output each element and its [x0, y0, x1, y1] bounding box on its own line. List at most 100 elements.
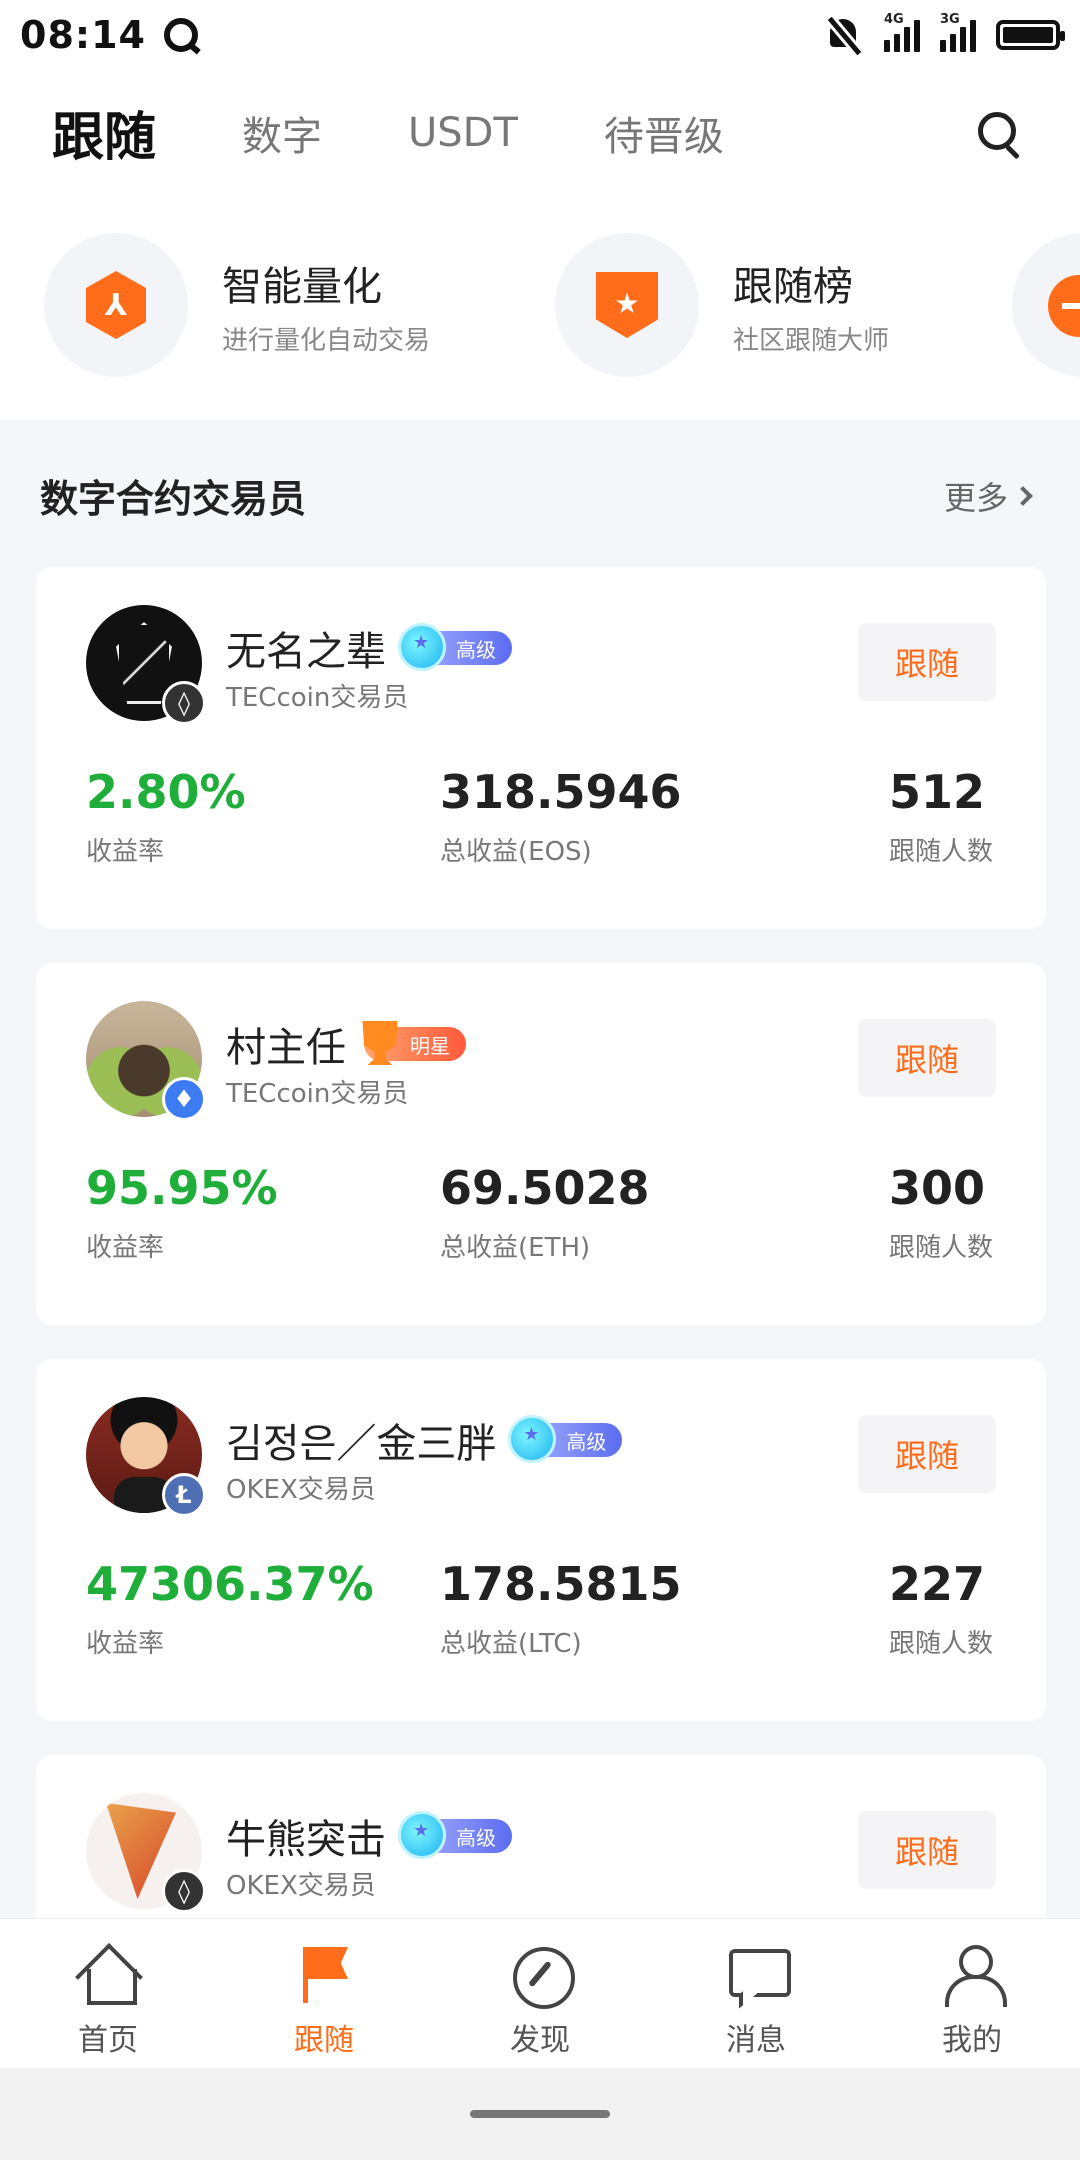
chevron-right-icon: [1013, 485, 1033, 506]
tab-digital[interactable]: 数字: [242, 104, 322, 162]
senior-badge: 高级: [398, 1811, 512, 1859]
badge-label: 明星: [410, 1033, 450, 1058]
battery-icon: [996, 20, 1065, 50]
nav-label: 我的: [942, 2023, 1002, 2058]
nav-follow[interactable]: 跟随: [216, 1919, 432, 2068]
avatar[interactable]: Ł: [86, 1397, 206, 1517]
eos-coin-icon: ◊: [162, 681, 206, 725]
followers-label: 跟随人数: [889, 837, 994, 867]
feature-title: 跟随榜: [733, 263, 853, 310]
feature-leaderboard[interactable]: ★ 跟随榜 社区跟随大师: [555, 233, 889, 377]
follow-button[interactable]: 跟随: [858, 1019, 996, 1097]
tab-follow[interactable]: 跟随: [52, 95, 156, 170]
yield-value: 47306.37%: [86, 1557, 374, 1611]
search-icon[interactable]: [978, 112, 1024, 160]
followers-label: 跟随人数: [889, 1629, 994, 1659]
trader-exchange: OKEX交易员: [226, 1871, 376, 1901]
nav-home[interactable]: 首页: [0, 1919, 216, 2068]
nav-label: 消息: [726, 2023, 786, 2058]
senior-badge: 高级: [398, 623, 512, 671]
user-icon: [943, 1945, 1007, 2007]
senior-badge: 高级: [508, 1415, 623, 1463]
nav-discover[interactable]: 发现: [432, 1919, 648, 2068]
feature-row: ⅄ 智能量化 进行量化自动交易 ★ 跟随榜 社区跟随大师: [0, 195, 1080, 420]
leaderboard-shield-icon: ★: [555, 233, 699, 377]
signal-3g-icon: 3G: [940, 12, 976, 52]
app-q-icon: [163, 18, 198, 52]
star-badge: 明星: [362, 1021, 466, 1065]
eos-coin-icon: ◊: [162, 1869, 206, 1913]
signal-4g-icon: 4G: [884, 12, 920, 52]
home-icon: [79, 1945, 137, 2005]
flag-icon: [295, 1945, 353, 2003]
medal-icon: [508, 1415, 557, 1463]
net-label-3g: 3G: [940, 12, 960, 27]
gesture-bar-area: [0, 2068, 1080, 2160]
yield-value: 2.80%: [86, 765, 246, 819]
quant-hexagon-icon: ⅄: [44, 233, 188, 377]
trader-name: 无名之辈: [226, 629, 386, 675]
followers-value: 227: [889, 1557, 986, 1611]
avatar[interactable]: ◊: [86, 605, 206, 725]
profit-value: 69.5028: [440, 1161, 650, 1215]
trader-name: 村主任: [226, 1025, 346, 1071]
avatar[interactable]: ♦: [86, 1001, 206, 1121]
section-title: 数字合约交易员: [40, 477, 307, 521]
followers-value: 300: [889, 1161, 986, 1215]
status-time: 08:14: [20, 13, 146, 57]
feature-partial-icon[interactable]: [1012, 233, 1080, 377]
nav-profile[interactable]: 我的: [864, 1919, 1080, 2068]
feature-subtitle: 社区跟随大师: [733, 325, 890, 356]
profit-label: 总收益(ETH): [440, 1233, 591, 1263]
bottom-nav: 首页 跟随 发现 消息 我的: [0, 1918, 1080, 2068]
follow-button[interactable]: 跟随: [858, 623, 996, 701]
mute-icon: [824, 15, 864, 56]
profit-value: 318.5946: [440, 765, 682, 819]
feature-title: 智能量化: [222, 263, 382, 310]
nav-label: 发现: [510, 2023, 570, 2058]
nav-messages[interactable]: 消息: [648, 1919, 864, 2068]
profit-label: 总收益(LTC): [440, 1629, 582, 1659]
trader-name: 牛熊突击: [226, 1817, 386, 1863]
trader-card[interactable]: ♦ 村主任 明星 TECcoin交易员 跟随 95.95% 收益率 69.5028…: [36, 963, 1046, 1325]
profit-label: 总收益(EOS): [440, 837, 592, 867]
nav-label: 首页: [78, 2023, 138, 2058]
followers-value: 512: [889, 765, 986, 819]
badge-label: 高级: [456, 1825, 496, 1850]
badge-label: 高级: [566, 1429, 607, 1454]
section-header: 数字合约交易员 更多: [40, 468, 1040, 523]
follow-button[interactable]: 跟随: [858, 1811, 996, 1889]
followers-label: 跟随人数: [889, 1233, 994, 1263]
medal-icon: [398, 1811, 446, 1859]
tab-pending-promotion[interactable]: 待晋级: [604, 104, 724, 162]
tab-usdt[interactable]: USDT: [408, 110, 518, 156]
ltc-coin-icon: Ł: [162, 1473, 206, 1517]
top-tabs: 跟随 数字 USDT 待晋级: [0, 70, 1080, 195]
status-bar: 08:14 4G 3G: [0, 0, 1080, 70]
badge-label: 高级: [456, 637, 496, 662]
follow-button[interactable]: 跟随: [858, 1415, 996, 1493]
trader-card[interactable]: ◊ 无名之辈 高级 TECcoin交易员 跟随 2.80% 收益率 318.594…: [36, 567, 1046, 929]
trader-name: 김정은／金三胖: [226, 1421, 497, 1467]
profit-value: 178.5815: [440, 1557, 682, 1611]
yield-label: 收益率: [86, 837, 165, 867]
medal-icon: [398, 623, 446, 671]
more-label: 更多: [943, 478, 1008, 517]
yield-label: 收益率: [86, 1629, 165, 1659]
net-label-4g: 4G: [884, 12, 904, 27]
nav-label: 跟随: [294, 2023, 354, 2058]
trader-exchange: TECcoin交易员: [226, 1079, 409, 1109]
more-link[interactable]: 更多: [944, 473, 1040, 519]
yield-label: 收益率: [86, 1233, 165, 1263]
message-icon: [727, 1945, 791, 2003]
feature-subtitle: 进行量化自动交易: [222, 325, 431, 356]
trader-card[interactable]: Ł 김정은／金三胖 高级 OKEX交易员 跟随 47306.37% 收益率 178…: [36, 1359, 1046, 1721]
avatar[interactable]: ◊: [86, 1793, 206, 1913]
trader-exchange: OKEX交易员: [226, 1475, 376, 1505]
compass-icon: [511, 1945, 575, 2009]
home-indicator[interactable]: [470, 2110, 610, 2118]
feature-smart-quant[interactable]: ⅄ 智能量化 进行量化自动交易: [44, 233, 430, 377]
yield-value: 95.95%: [86, 1161, 278, 1215]
trophy-icon: [362, 1021, 398, 1065]
eth-coin-icon: ♦: [162, 1077, 206, 1121]
